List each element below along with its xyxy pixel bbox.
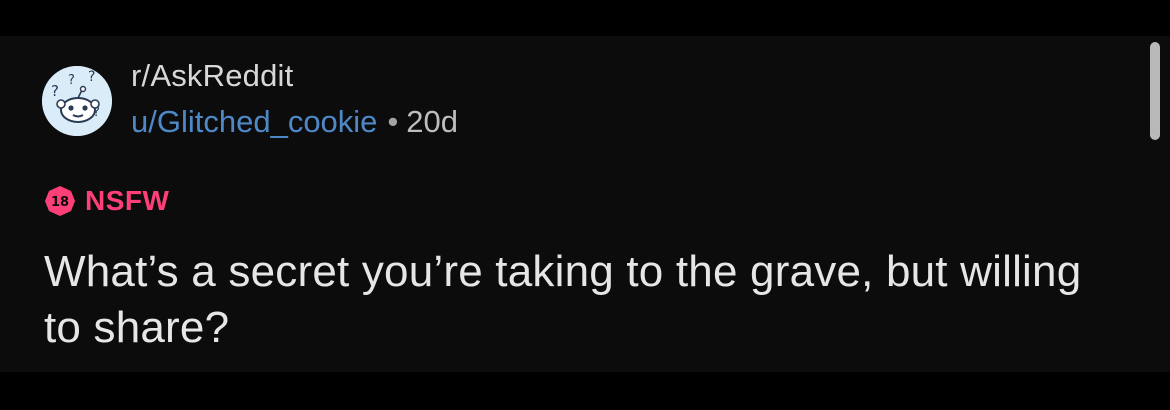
- meta-separator: •: [387, 104, 399, 139]
- post-age: 20d: [406, 104, 459, 139]
- subreddit-name[interactable]: r/AskReddit: [131, 58, 293, 94]
- svg-text:?: ?: [88, 69, 95, 85]
- post-meta: u/Glitched_cookie • 20d: [131, 104, 458, 140]
- nsfw-18-icon: 18: [45, 186, 75, 216]
- subreddit-avatar-icon[interactable]: ? ? ? ?: [42, 66, 112, 136]
- nsfw-tag: 18 NSFW: [44, 183, 169, 219]
- nsfw-badge-number: 18: [51, 195, 69, 210]
- scrollbar[interactable]: [1150, 42, 1160, 140]
- nsfw-label: NSFW: [85, 185, 170, 216]
- svg-text:?: ?: [68, 73, 75, 88]
- author-link[interactable]: u/Glitched_cookie: [131, 104, 377, 139]
- post-title[interactable]: What’s a secret you’re taking to the gra…: [44, 244, 1124, 356]
- top-bar: [0, 0, 1170, 36]
- svg-text:?: ?: [51, 82, 59, 100]
- bottom-bar: [0, 372, 1170, 410]
